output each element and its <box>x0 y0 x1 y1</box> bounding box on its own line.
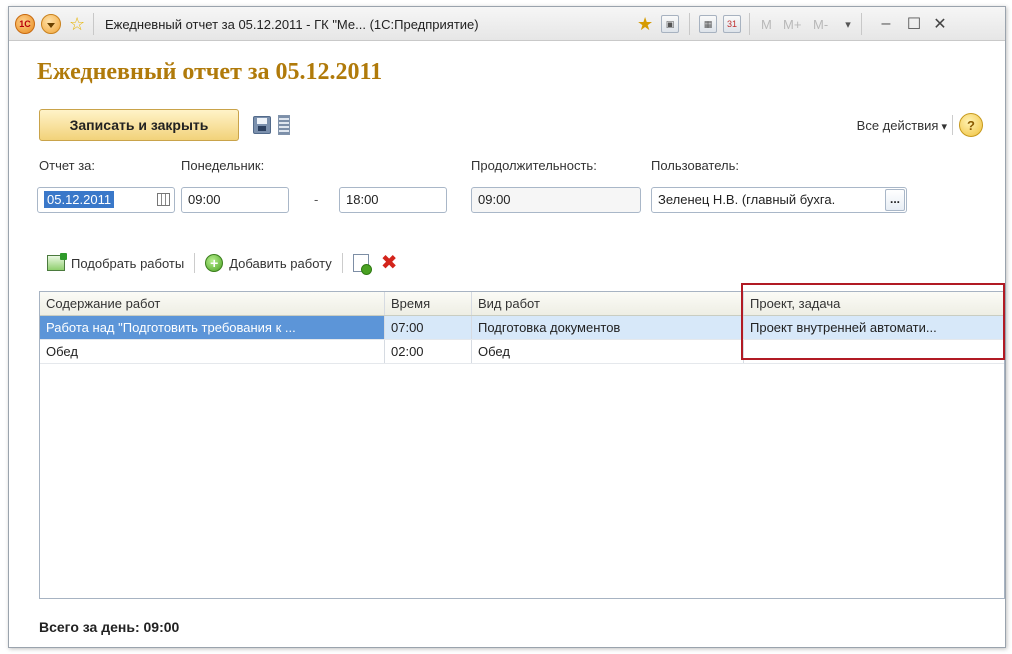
column-header-time[interactable]: Время <box>385 292 472 315</box>
table-row[interactable]: Работа над "Подготовить требования к ...… <box>40 316 1004 340</box>
weekday-label: Понедельник: <box>181 158 265 173</box>
form-title: Ежедневный отчет за 05.12.2011 <box>37 59 383 85</box>
column-header-work-type[interactable]: Вид работ <box>472 292 744 315</box>
report-date-label: Отчет за: <box>39 158 96 173</box>
window-title: Ежедневный отчет за 05.12.2011 - ГК "Ме.… <box>105 16 479 32</box>
toolbar-separator <box>749 13 750 35</box>
report-window: 1С ☆ Ежедневный отчет за 05.12.2011 - ГК… <box>8 6 1006 648</box>
cell-project[interactable]: Проект внутренней автомати... <box>744 316 1004 339</box>
cell-work-type[interactable]: Обед <box>472 340 744 363</box>
table-header: Содержание работ Время Вид работ Проект,… <box>40 292 1004 316</box>
report-date-field[interactable]: 05.12.2011 <box>37 187 175 213</box>
title-bar: 1С ☆ Ежедневный отчет за 05.12.2011 - ГК… <box>9 7 1005 41</box>
duration-field: 09:00 <box>471 187 641 213</box>
save-and-close-button[interactable]: Записать и закрыть <box>39 109 239 141</box>
minimize-icon[interactable]: ‒ <box>877 15 895 33</box>
calendar-icon[interactable]: 31 <box>723 15 741 33</box>
duration-label: Продолжительность: <box>471 158 597 173</box>
copy-row-icon[interactable] <box>352 254 372 275</box>
main-menu-icon[interactable] <box>41 14 61 34</box>
dropdown-arrow-icon[interactable]: ▾ <box>839 18 857 31</box>
cell-time[interactable]: 02:00 <box>385 340 472 363</box>
close-icon[interactable]: ✕ <box>931 14 949 34</box>
user-select-button[interactable]: ... <box>885 189 905 211</box>
cell-project[interactable] <box>744 340 1004 363</box>
memory-plus-button[interactable]: M+ <box>783 17 801 32</box>
delete-row-icon[interactable]: ✖ <box>381 253 398 273</box>
calendar-picker-icon[interactable] <box>157 193 170 206</box>
pick-works-icon[interactable] <box>47 253 67 271</box>
cell-work-type[interactable]: Подготовка документов <box>472 316 744 339</box>
favorite-star-icon[interactable]: ☆ <box>69 15 85 33</box>
works-table: Содержание работ Время Вид работ Проект,… <box>39 291 1005 599</box>
1c-logo-icon[interactable]: 1С <box>15 14 35 34</box>
memory-button[interactable]: M <box>761 17 772 32</box>
add-work-icon[interactable]: + <box>205 254 224 272</box>
add-work-button[interactable]: Добавить работу <box>229 256 332 271</box>
report-date-value: 05.12.2011 <box>44 191 115 208</box>
toolbar-separator <box>689 13 690 35</box>
toolbar-separator <box>861 13 862 35</box>
user-label: Пользователь: <box>651 158 739 173</box>
help-icon[interactable]: ? <box>959 113 983 137</box>
cell-content[interactable]: Работа над "Подготовить требования к ... <box>40 316 385 339</box>
user-field[interactable]: Зеленец Н.В. (главный бухга. <box>651 187 907 213</box>
maximize-icon[interactable]: ☐ <box>905 14 923 34</box>
bookmark-icon[interactable]: ▣ <box>661 15 679 33</box>
memory-minus-button[interactable]: M- <box>813 17 828 32</box>
all-actions-menu[interactable]: Все действия <box>857 118 947 133</box>
toolbar-separator <box>341 253 343 273</box>
time-from-field[interactable]: 09:00 <box>181 187 289 213</box>
cell-content[interactable]: Обед <box>40 340 385 363</box>
pick-works-button[interactable]: Подобрать работы <box>71 256 184 271</box>
time-range-dash: - <box>314 192 319 207</box>
day-total: Всего за день: 09:00 <box>39 619 180 635</box>
document-list-icon[interactable] <box>278 115 290 135</box>
title-separator <box>93 13 94 35</box>
toolbar-separator <box>194 253 196 273</box>
save-icon[interactable] <box>253 116 271 134</box>
time-to-field[interactable]: 18:00 <box>339 187 447 213</box>
table-toolbar: Подобрать работы + Добавить работу ✖ <box>47 252 398 275</box>
cell-time[interactable]: 07:00 <box>385 316 472 339</box>
column-header-project[interactable]: Проект, задача <box>744 292 1004 315</box>
column-header-content[interactable]: Содержание работ <box>40 292 385 315</box>
help-separator <box>952 115 953 135</box>
table-row[interactable]: Обед 02:00 Обед <box>40 340 1004 364</box>
calculator-icon[interactable]: ▦ <box>699 15 717 33</box>
add-favorite-icon[interactable]: ★ <box>637 15 653 33</box>
